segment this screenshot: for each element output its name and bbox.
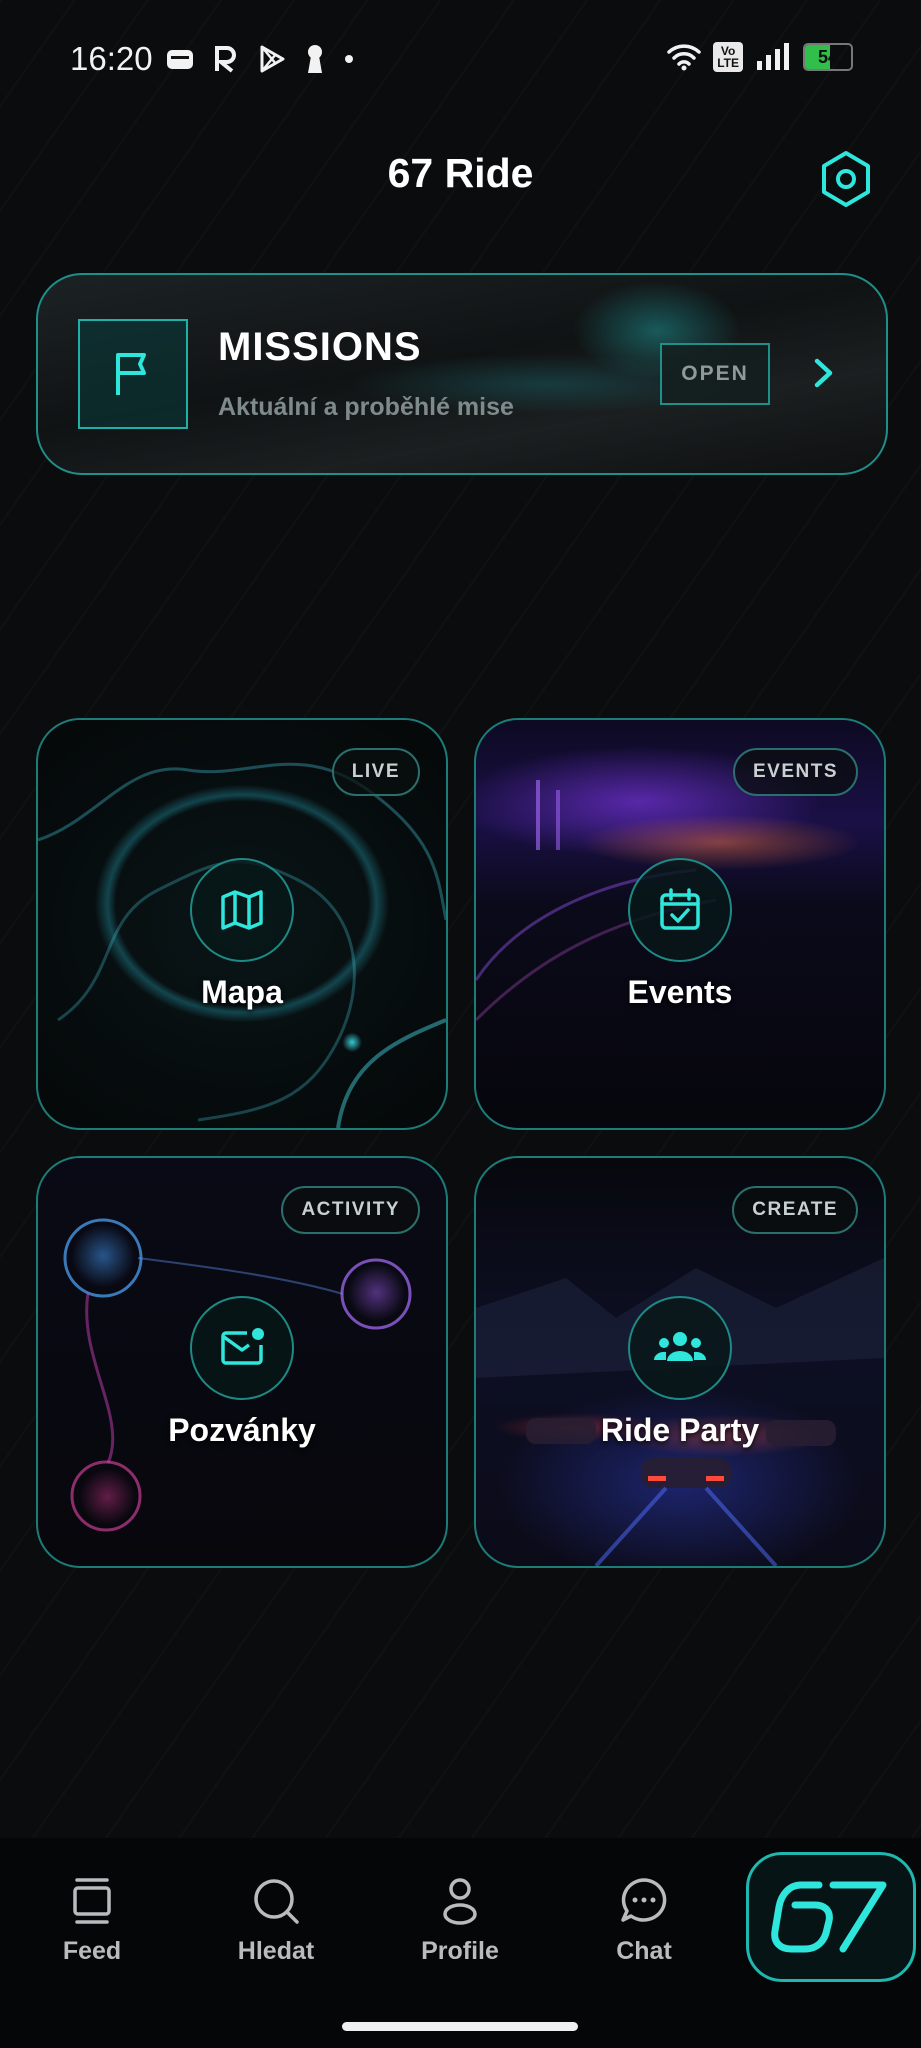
volte-icon: Vo LTE: [713, 42, 743, 72]
tile-icon-circle: [628, 1296, 732, 1400]
r-app-icon: [215, 46, 236, 73]
67-logo-icon: [771, 1881, 887, 1953]
flag-icon: [116, 353, 146, 395]
notification-icons: [165, 44, 355, 74]
wallet-icon: [167, 50, 193, 69]
nav-item-hledat[interactable]: Hledat: [206, 1876, 346, 1966]
battery-indicator: 54: [803, 43, 853, 71]
nav-item-profile[interactable]: Profile: [390, 1876, 530, 1966]
tile-pozvanky[interactable]: ACTIVITY Pozvánky: [36, 1156, 448, 1568]
calendar-check-icon: [660, 888, 700, 930]
keyhole-icon: [308, 45, 322, 73]
nav-label: Chat: [616, 1937, 672, 1965]
missions-subtitle: Aktuální a proběhlé mise: [218, 393, 514, 421]
tile-label: Pozvánky: [168, 1412, 316, 1448]
system-icons: Vo LTE 54: [667, 42, 853, 72]
map-icon: [221, 890, 263, 930]
signal-icon: [757, 43, 789, 70]
mail-notification-icon: [221, 1328, 264, 1365]
tile-icon-circle: [190, 1296, 294, 1400]
tile-badge: EVENTS: [732, 748, 858, 796]
tile-badge: CREATE: [732, 1186, 858, 1234]
tile-icon-circle: [190, 858, 294, 962]
missions-icon-box: [78, 319, 188, 429]
tile-badge: LIVE: [331, 748, 420, 796]
missions-title: MISSIONS: [218, 325, 422, 369]
nav-label: Feed: [62, 1937, 122, 1965]
nav-item-feed[interactable]: Feed: [22, 1876, 162, 1966]
status-time: 16:20: [70, 40, 153, 77]
status-bar: 16:20 Vo LTE 54: [0, 0, 921, 118]
settings-hex-icon[interactable]: [816, 149, 876, 209]
profile-icon: [443, 1878, 477, 1925]
nav-item-chat[interactable]: Chat: [574, 1876, 714, 1966]
tile-label: Ride Party: [600, 1412, 760, 1448]
home-logo-button[interactable]: [746, 1852, 916, 1982]
tile-mapa[interactable]: LIVE Mapa: [36, 718, 448, 1130]
page-title: 67 Ride: [387, 150, 534, 196]
tile-events[interactable]: EVENTS Events: [474, 718, 886, 1130]
nav-label: Profile: [421, 1937, 499, 1965]
dot-icon: [345, 55, 353, 63]
tile-label: Mapa: [201, 974, 283, 1010]
missions-open-button[interactable]: OPEN: [660, 343, 770, 405]
feed-icon: [73, 1878, 111, 1924]
play-store-icon: [260, 45, 285, 73]
wifi-icon: [667, 44, 701, 71]
battery-level: 54: [817, 46, 839, 67]
home-indicator[interactable]: [342, 2022, 578, 2031]
group-icon: [653, 1332, 707, 1361]
chat-icon: [621, 1878, 667, 1922]
missions-card[interactable]: MISSIONS Aktuální a proběhlé mise OPEN: [36, 273, 888, 475]
chevron-right-icon[interactable]: [808, 355, 840, 391]
tile-ride-party[interactable]: CREATE Ride Party: [474, 1156, 886, 1568]
tile-badge: ACTIVITY: [281, 1186, 420, 1234]
nav-label: Hledat: [237, 1937, 315, 1965]
search-icon: [254, 1879, 299, 1924]
tile-label: Events: [627, 974, 733, 1010]
tile-icon-circle: [628, 858, 732, 962]
